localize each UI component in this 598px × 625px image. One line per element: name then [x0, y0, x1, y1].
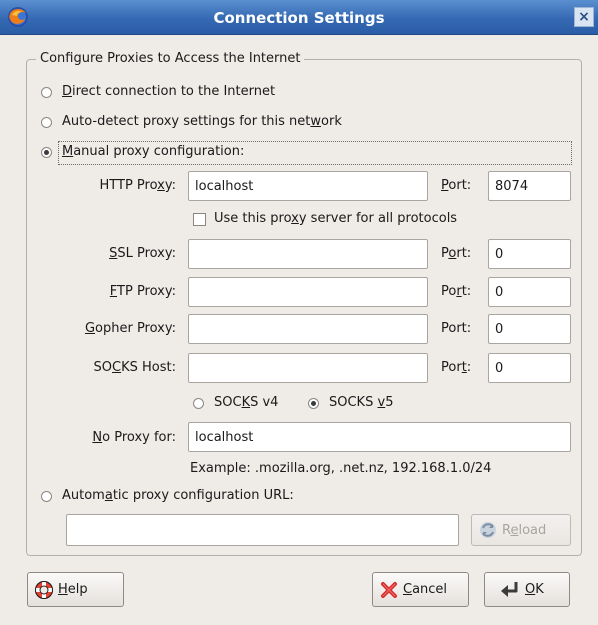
no-proxy-example: Example: .mozilla.org, .net.nz, 192.168.…: [190, 461, 492, 476]
use-all-protocols-label[interactable]: Use this proxy server for all protocols: [214, 211, 457, 226]
http-port-label: Port:: [441, 178, 472, 193]
socks-host-input[interactable]: [188, 353, 428, 383]
auto-config-url-label[interactable]: Automatic proxy configuration URL:: [62, 488, 294, 503]
cancel-button-label: Cancel: [403, 582, 448, 597]
socks-host-label: SOCKS Host:: [93, 360, 176, 375]
window-title: Connection Settings: [213, 9, 385, 27]
reload-button[interactable]: Reload: [471, 514, 571, 546]
socks-v5-radio[interactable]: [308, 398, 319, 409]
direct-connection-label[interactable]: Direct connection to the Internet: [62, 84, 275, 99]
auto-detect-radio[interactable]: [41, 117, 52, 128]
gopher-port-input[interactable]: [488, 314, 571, 344]
help-button[interactable]: Help: [27, 572, 124, 607]
gopher-proxy-label: Gopher Proxy:: [84, 321, 176, 336]
direct-connection-radio[interactable]: [41, 87, 52, 98]
ftp-port-input[interactable]: [488, 277, 571, 307]
gopher-port-label: Port:: [441, 321, 472, 336]
socks-v4-label[interactable]: SOCKS v4: [214, 395, 278, 410]
manual-proxy-radio[interactable]: [41, 147, 52, 158]
close-button[interactable]: ×: [574, 7, 594, 27]
ssl-port-input[interactable]: [488, 239, 571, 269]
no-proxy-label: No Proxy for:: [92, 430, 176, 445]
gopher-proxy-input[interactable]: [188, 314, 428, 344]
socks-port-label: Port:: [441, 360, 472, 375]
help-button-label: Help: [58, 582, 88, 597]
reload-icon: [480, 522, 496, 538]
socks-v4-radio[interactable]: [193, 398, 204, 409]
reload-button-label: Reload: [502, 522, 547, 538]
http-proxy-input[interactable]: [188, 171, 428, 201]
socks-port-input[interactable]: [488, 353, 571, 383]
socks-v5-label[interactable]: SOCKS v5: [329, 395, 393, 410]
group-label: Configure Proxies to Access the Internet: [36, 51, 305, 66]
ok-button-label: OK: [525, 582, 544, 597]
close-icon: ×: [578, 9, 590, 25]
red-x-icon: [381, 581, 397, 598]
proxy-group-frame: [26, 59, 582, 556]
manual-proxy-label[interactable]: Manual proxy configuration:: [62, 144, 244, 159]
ssl-proxy-input[interactable]: [188, 239, 428, 269]
ftp-proxy-label: FTP Proxy:: [109, 284, 176, 299]
enter-arrow-icon: [501, 581, 518, 597]
no-proxy-input[interactable]: [188, 422, 571, 452]
auto-config-url-radio[interactable]: [41, 491, 52, 502]
use-all-protocols-checkbox[interactable]: [193, 213, 206, 226]
ssl-proxy-label: SSL Proxy:: [109, 246, 176, 261]
ftp-port-label: Port:: [441, 284, 472, 299]
ftp-proxy-input[interactable]: [188, 277, 428, 307]
ok-button[interactable]: OK: [484, 572, 570, 607]
lifebuoy-icon: [35, 580, 53, 599]
http-port-input[interactable]: [488, 171, 571, 201]
ssl-port-label: Port:: [441, 246, 472, 261]
cancel-button[interactable]: Cancel: [372, 572, 469, 607]
auto-config-url-input[interactable]: [66, 514, 459, 546]
auto-detect-label[interactable]: Auto-detect proxy settings for this netw…: [62, 114, 342, 129]
http-proxy-label: HTTP Proxy:: [99, 178, 176, 193]
